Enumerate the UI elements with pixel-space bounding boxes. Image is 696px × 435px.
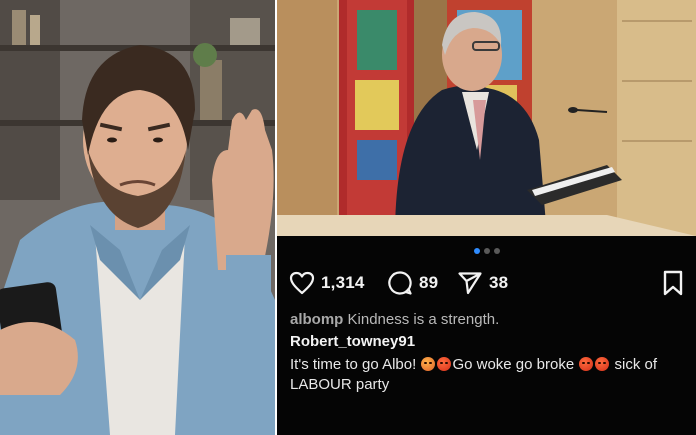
shares-count[interactable]: 38	[489, 273, 508, 293]
frustrated-man-illustration	[0, 0, 275, 435]
comment-text-part: It's time to go Albo!	[290, 356, 421, 373]
post-caption: albomp Kindness is a strength.	[290, 311, 683, 328]
bookmark-button[interactable]	[662, 270, 684, 301]
carousel-pagination	[277, 248, 696, 254]
angry-face-icon	[421, 357, 436, 371]
angry-face-icon	[437, 357, 452, 371]
angry-face-icon	[595, 357, 610, 371]
comment-icon[interactable]	[387, 270, 413, 296]
like-action[interactable]: 1,314	[289, 268, 365, 298]
angry-face-icon	[579, 357, 594, 371]
comment-username[interactable]: Robert_towney91	[290, 333, 415, 350]
speaker-illustration	[277, 0, 696, 236]
pagination-dot[interactable]	[493, 248, 500, 254]
post-actions-bar: 1,314 89 38	[289, 268, 684, 298]
heart-icon[interactable]	[289, 271, 315, 295]
share-action[interactable]: 38	[457, 268, 508, 298]
frustrated-man-photo	[0, 0, 275, 435]
caption-username[interactable]: albomp	[290, 311, 343, 328]
pagination-dot[interactable]	[483, 248, 490, 254]
caption-text: Kindness is a strength.	[347, 311, 500, 328]
comment-action[interactable]: 89	[387, 268, 438, 298]
comment-text-part: Go woke go broke	[452, 356, 579, 373]
comments-count[interactable]: 89	[419, 273, 438, 293]
likes-count[interactable]: 1,314	[321, 273, 365, 293]
speaker-at-lectern-photo	[277, 0, 696, 236]
comment-text: It's time to go Albo! Go woke go broke s…	[290, 355, 680, 395]
pagination-dot[interactable]	[473, 248, 480, 254]
bookmark-icon[interactable]	[662, 270, 684, 300]
share-icon[interactable]	[457, 270, 483, 296]
instagram-post-panel: 1,314 89 38 albomp Kindness is a strengt…	[277, 236, 696, 435]
